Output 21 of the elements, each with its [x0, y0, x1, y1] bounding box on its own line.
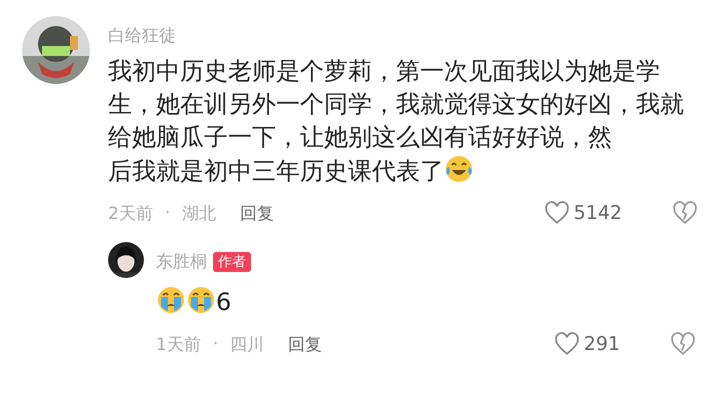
crying-emoji-icon [156, 285, 186, 315]
comment-text: 6 [216, 288, 232, 316]
crying-emoji-icon [186, 285, 216, 315]
like-icon[interactable] [544, 200, 570, 226]
comment-time: 2天前 [108, 202, 153, 224]
like-count: 5142 [574, 202, 622, 224]
like-count: 291 [584, 333, 620, 355]
like-icon[interactable] [554, 331, 580, 357]
comment-location: 四川 [230, 334, 264, 356]
comment-time: 1天前 [156, 334, 201, 356]
separator-dot: · [212, 334, 218, 354]
separator-dot: · [164, 203, 170, 223]
reply-button[interactable]: 回复 [240, 202, 274, 224]
comment-location: 湖北 [182, 202, 216, 224]
dislike-icon[interactable] [670, 331, 696, 357]
laughing-emoji-icon [444, 154, 474, 184]
reply-button[interactable]: 回复 [288, 332, 322, 356]
comment-text: 我初中历史老师是个萝莉，第一次见面我以为她是学生，她在训另外一个同学，我就觉得这女的好凶，我就给她脑瓜子一下，让她别这么凶有话好好说，然 [108, 57, 684, 151]
comment-text: 后我就是初中三年历史课代表了 [108, 157, 444, 185]
author-badge: 作者 [213, 252, 251, 272]
dislike-icon[interactable] [672, 200, 698, 226]
